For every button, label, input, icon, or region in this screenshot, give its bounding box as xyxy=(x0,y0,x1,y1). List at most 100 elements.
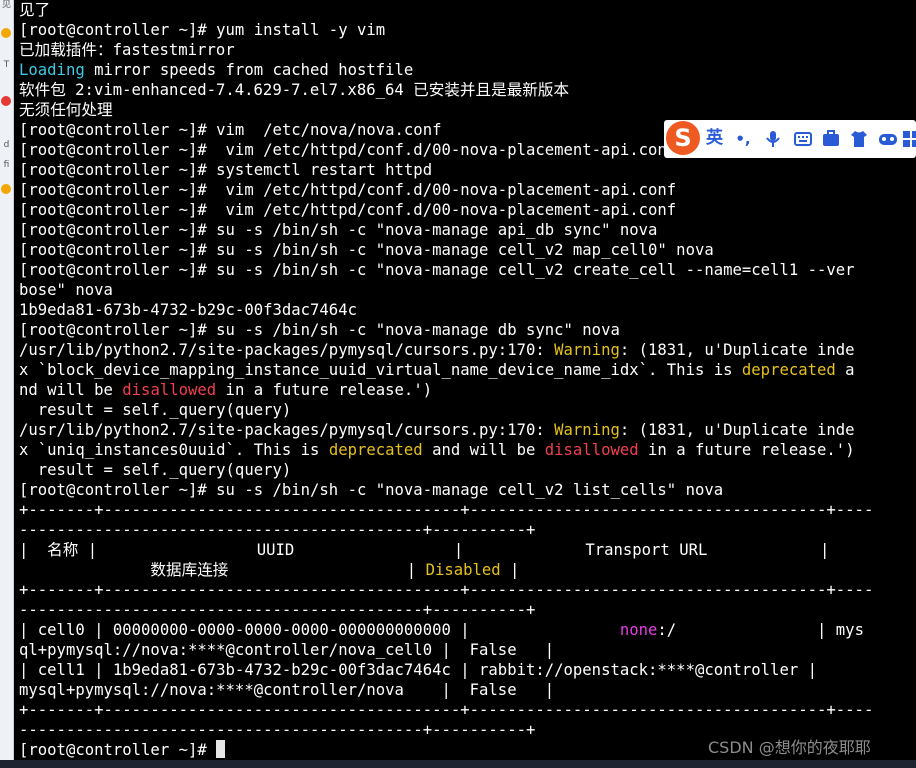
terminal-line: +-------+-------------------------------… xyxy=(19,700,914,720)
terminal-text: 已加载插件：fastestmirror xyxy=(19,41,235,59)
terminal-line: | cell0 | 00000000-0000-0000-0000-000000… xyxy=(19,620,914,640)
csdn-watermark: CSDN @想你的夜耶耶 xyxy=(708,738,871,757)
terminal-line: Loading mirror speeds from cached hostfi… xyxy=(19,60,914,80)
highlighted-text: Warning xyxy=(554,341,620,359)
terminal-line: 软件包 2:vim-enhanced-7.4.629-7.el7.x86_64 … xyxy=(19,80,914,100)
terminal-text: ----------------------------------------… xyxy=(19,601,536,619)
terminal-text: x `uniq_instances0uuid`. This is xyxy=(19,441,329,459)
terminal-text: ----------------------------------------… xyxy=(19,721,536,739)
terminal-text: | xyxy=(500,561,520,579)
sogou-logo-icon[interactable]: S xyxy=(666,121,700,155)
terminal-line: result = self._query(query) xyxy=(19,460,914,480)
ime-language-toggle[interactable]: 英 xyxy=(706,128,723,148)
terminal-line: /usr/lib/python2.7/site-packages/pymysql… xyxy=(19,420,914,440)
terminal-text: x `block_device_mapping_instance_uuid_vi… xyxy=(19,361,742,379)
skin-icon[interactable] xyxy=(850,130,868,148)
terminal-text: [root@controller ~]# xyxy=(19,741,217,759)
terminal-text: [root@controller ~]# yum install -y vim xyxy=(19,21,386,39)
terminal-text: [root@controller ~]# su -s /bin/sh -c "n… xyxy=(19,221,658,239)
highlighted-text: deprecated xyxy=(328,441,423,459)
terminal-line: [root@controller ~]# su -s /bin/sh -c "n… xyxy=(19,260,914,280)
highlighted-text: none xyxy=(619,621,658,639)
terminal-line: [root@controller ~]# yum install -y vim xyxy=(19,20,914,40)
terminal-line: [root@controller ~]# su -s /bin/sh -c "n… xyxy=(19,320,914,340)
terminal-text: result = self._query(query) xyxy=(19,461,292,479)
toolbox-icon[interactable] xyxy=(822,130,840,148)
terminal-text: | cell0 | 00000000-0000-0000-0000-000000… xyxy=(19,621,620,639)
terminal-text: 见了 xyxy=(19,1,51,19)
terminal-text: +-------+-------------------------------… xyxy=(19,701,874,719)
terminal-text: 1b9eda81-673b-4732-b29c-00f3dac7464c xyxy=(19,301,357,319)
terminal-text: /usr/lib/python2.7/site-packages/pymysql… xyxy=(19,421,555,439)
terminal-text: a xyxy=(835,361,855,379)
highlighted-text: deprecated xyxy=(741,361,836,379)
terminal-text: nd will be xyxy=(19,381,123,399)
terminal-line: ----------------------------------------… xyxy=(19,600,914,620)
terminal-text: [root@controller ~]# vim /etc/httpd/conf… xyxy=(19,141,677,159)
terminal-line: 无须任何处理 xyxy=(19,100,914,120)
terminal-line: [root@controller ~]# vim /etc/httpd/conf… xyxy=(19,200,914,220)
terminal-line: 已加载插件：fastestmirror xyxy=(19,40,914,60)
terminal-text: :/ | mys xyxy=(657,621,864,639)
terminal-text: [root@controller ~]# su -s /bin/sh -c "n… xyxy=(19,241,714,259)
grid-menu-icon[interactable] xyxy=(902,130,916,148)
terminal-line: x `block_device_mapping_instance_uuid_vi… xyxy=(19,360,914,380)
terminal-text: [root@controller ~]# su -s /bin/sh -c "n… xyxy=(19,261,855,279)
terminal-line: [root@controller ~]# vim /etc/httpd/conf… xyxy=(19,180,914,200)
terminal-line: 1b9eda81-673b-4732-b29c-00f3dac7464c xyxy=(19,300,914,320)
terminal-line: ql+pymysql://nova:****@controller/nova_c… xyxy=(19,640,914,660)
punctuation-icon[interactable]: •, xyxy=(734,130,752,148)
terminal-line: [root@controller ~]# su -s /bin/sh -c "n… xyxy=(19,240,914,260)
terminal-text: bose" nova xyxy=(19,281,113,299)
terminal-line: 数据库连接 | Disabled | xyxy=(19,560,914,580)
sidebar-badge-icon xyxy=(1,28,11,38)
terminal-line: | 名称 | UUID | Transport URL | xyxy=(19,540,914,560)
terminal-text: 软件包 2:vim-enhanced-7.4.629-7.el7.x86_64 … xyxy=(19,81,570,99)
terminal-text: [root@controller ~]# su -s /bin/sh -c "n… xyxy=(19,481,724,499)
sidebar-glyph: T xyxy=(3,60,10,70)
terminal-text: ql+pymysql://nova:****@controller/nova_c… xyxy=(19,641,555,659)
terminal-output[interactable]: 见了 [root@controller ~]# yum install -y vi… xyxy=(19,0,914,760)
sidebar-badge-icon xyxy=(1,184,11,194)
terminal-text: [root@controller ~]# systemctl restart h… xyxy=(19,161,433,179)
terminal-line: | cell1 | 1b9eda81-673b-4732-b29c-00f3da… xyxy=(19,660,914,680)
terminal-text: : (1831, u'Duplicate inde xyxy=(619,341,855,359)
terminal-text: in a future release.') xyxy=(638,441,855,459)
sidebar-glyph: d xyxy=(3,140,10,150)
terminal-text: +-------+-------------------------------… xyxy=(19,581,874,599)
terminal-text: 数据库连接 | xyxy=(19,561,426,579)
highlighted-text: disallowed xyxy=(122,381,217,399)
terminal-text: 无须任何处理 xyxy=(19,101,113,119)
game-icon[interactable] xyxy=(878,130,897,148)
terminal-line: bose" nova xyxy=(19,280,914,300)
terminal-line: [root@controller ~]# su -s /bin/sh -c "n… xyxy=(19,220,914,240)
terminal-text: | 名称 | UUID | Transport URL | xyxy=(19,541,830,559)
terminal-text: : (1831, u'Duplicate inde xyxy=(619,421,855,439)
browser-side-strip: 见 T d fi xyxy=(0,0,14,768)
ime-toolbar[interactable]: S 英 •, xyxy=(664,120,916,158)
terminal-text: [root@controller ~]# su -s /bin/sh -c "n… xyxy=(19,321,620,339)
terminal-line: ----------------------------------------… xyxy=(19,720,914,740)
terminal-text: | cell1 | 1b9eda81-673b-4732-b29c-00f3da… xyxy=(19,661,817,679)
microphone-icon[interactable] xyxy=(764,130,782,148)
highlighted-text: Warning xyxy=(554,421,620,439)
terminal-line: result = self._query(query) xyxy=(19,400,914,420)
terminal-line: +-------+-------------------------------… xyxy=(19,580,914,600)
terminal-line: +-------+-------------------------------… xyxy=(19,500,914,520)
highlighted-text: disallowed xyxy=(544,441,639,459)
terminal-text: /usr/lib/python2.7/site-packages/pymysql… xyxy=(19,341,555,359)
terminal-text: mirror speeds from cached hostfile xyxy=(84,61,414,79)
terminal-line: nd will be disallowed in a future releas… xyxy=(19,380,914,400)
sidebar-badge-icon xyxy=(1,96,11,106)
sidebar-glyph: fi xyxy=(3,160,10,170)
terminal-line: [root@controller ~]# systemctl restart h… xyxy=(19,160,914,180)
terminal-text: [root@controller ~]# vim /etc/nova/nova.… xyxy=(19,121,442,139)
terminal-text: ----------------------------------------… xyxy=(19,521,536,539)
keyboard-icon[interactable] xyxy=(794,130,812,148)
terminal-line: mysql+pymysql://nova:****@controller/nov… xyxy=(19,680,914,700)
taskbar-strip xyxy=(0,760,916,768)
terminal-text: [root@controller ~]# vim /etc/httpd/conf… xyxy=(19,201,677,219)
terminal-text: [root@controller ~]# vim /etc/httpd/conf… xyxy=(19,181,677,199)
terminal-line: [root@controller ~]# su -s /bin/sh -c "n… xyxy=(19,480,914,500)
terminal-text: mysql+pymysql://nova:****@controller/nov… xyxy=(19,681,555,699)
